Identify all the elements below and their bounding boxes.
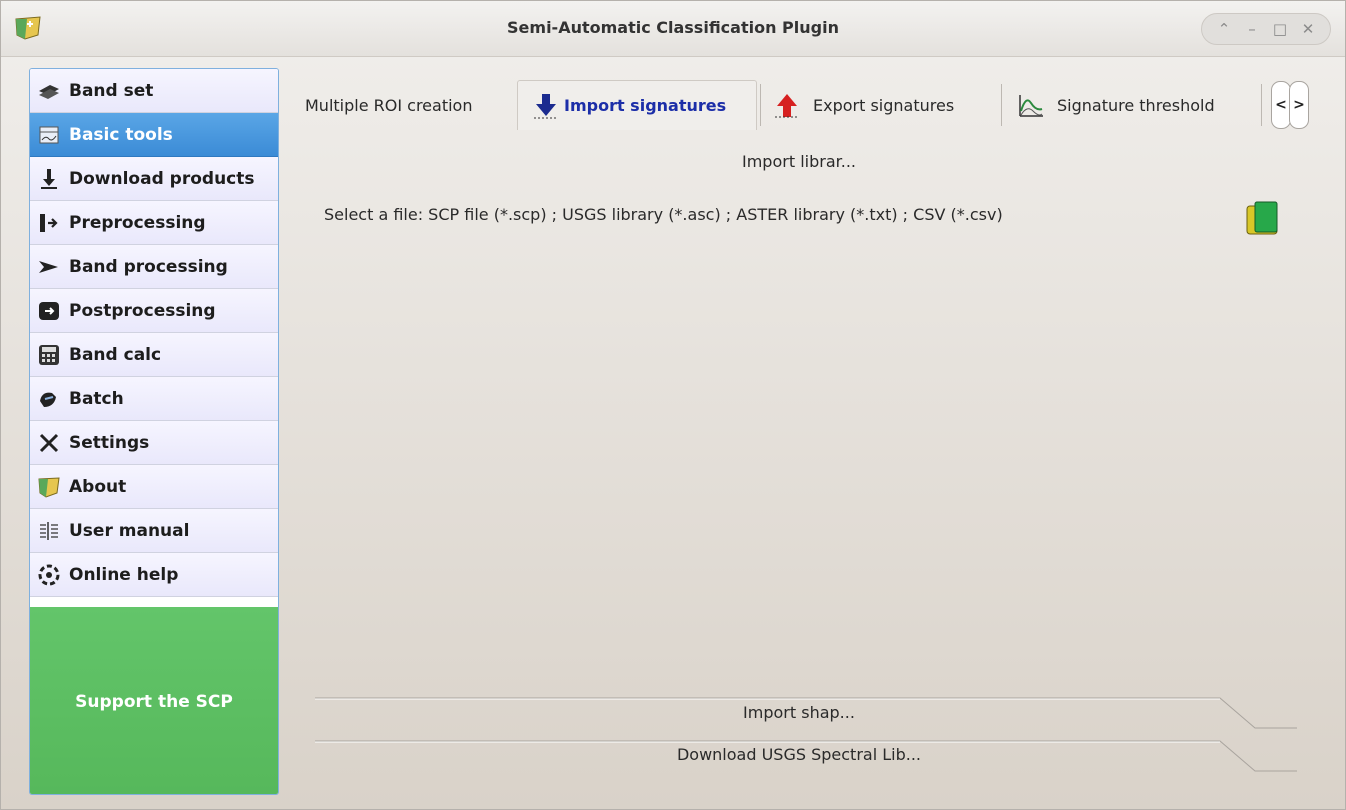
support-scp-button[interactable]: Support the SCP bbox=[30, 607, 278, 794]
about-icon bbox=[38, 476, 60, 498]
postprocessing-icon bbox=[39, 301, 59, 320]
minimize-button[interactable]: – bbox=[1241, 20, 1263, 38]
tab-scroll-buttons: < > bbox=[1268, 81, 1312, 129]
import-shapefile-header[interactable]: Import shap... bbox=[299, 703, 1299, 722]
title-bar: Semi-Automatic Classification Plugin ⌃ –… bbox=[1, 1, 1345, 57]
band-set-icon bbox=[39, 84, 59, 99]
batch-icon bbox=[40, 392, 56, 407]
tab-export-signatures[interactable]: Export signatures bbox=[773, 80, 954, 130]
sidebar-item-label: Basic tools bbox=[69, 124, 173, 145]
main-window: Semi-Automatic Classification Plugin ⌃ –… bbox=[0, 0, 1346, 810]
sidebar-item-label: Band calc bbox=[69, 344, 162, 365]
sidebar-item-settings[interactable]: Settings bbox=[30, 421, 278, 465]
sidebar-item-user-manual[interactable]: User manual bbox=[30, 509, 278, 553]
tab-signature-threshold[interactable]: Signature threshold bbox=[1017, 80, 1215, 130]
sidebar-item-about[interactable]: About bbox=[30, 465, 278, 509]
sidebar-item-label: Settings bbox=[69, 432, 150, 453]
support-label: Support the SCP bbox=[75, 691, 233, 712]
sidebar-item-band-set[interactable]: Band set bbox=[30, 69, 278, 113]
sidebar-item-band-processing[interactable]: Band processing bbox=[30, 245, 278, 289]
file-select-label: Select a file: SCP file (*.scp) ; USGS l… bbox=[324, 205, 1003, 224]
sidebar-item-online-help[interactable]: Online help bbox=[30, 553, 278, 597]
sidebar-item-label: About bbox=[69, 476, 127, 497]
sidebar: Band set Basic tools Download products P… bbox=[29, 68, 279, 795]
tab-scroll-right-button[interactable]: > bbox=[1289, 81, 1309, 129]
sidebar-item-label: Postprocessing bbox=[69, 300, 216, 321]
band-processing-icon bbox=[39, 260, 58, 273]
sidebar-item-band-calc[interactable]: Band calc bbox=[30, 333, 278, 377]
sidebar-item-download-products[interactable]: Download products bbox=[30, 157, 278, 201]
signature-threshold-icon bbox=[1019, 95, 1043, 117]
basic-tools-icon bbox=[39, 126, 59, 143]
window-controls: ⌃ – □ ✕ bbox=[1201, 13, 1331, 45]
sidebar-item-label: User manual bbox=[69, 520, 190, 541]
tab-bar: Multiple ROI creation Import signatures … bbox=[299, 80, 1313, 130]
tab-multiple-roi-creation[interactable]: Multiple ROI creation bbox=[305, 80, 472, 130]
download-usgs-header[interactable]: Download USGS Spectral Lib... bbox=[299, 745, 1299, 764]
close-button[interactable]: ✕ bbox=[1297, 20, 1319, 38]
open-file-button[interactable] bbox=[1243, 200, 1283, 238]
settings-icon bbox=[39, 433, 59, 452]
preprocessing-icon bbox=[40, 213, 58, 232]
tab-label: Multiple ROI creation bbox=[305, 95, 473, 115]
maximize-button[interactable]: □ bbox=[1269, 20, 1291, 38]
tab-label: Signature threshold bbox=[1057, 95, 1215, 115]
sidebar-item-postprocessing[interactable]: Postprocessing bbox=[30, 289, 278, 333]
sidebar-item-label: Online help bbox=[69, 564, 179, 585]
download-icon bbox=[41, 168, 57, 189]
sidebar-item-basic-tools[interactable]: Basic tools bbox=[30, 113, 278, 157]
import-signatures-panel: Import librar... Select a file: SCP file… bbox=[299, 130, 1313, 800]
sidebar-item-label: Download products bbox=[69, 168, 255, 189]
tab-scroll-left-button[interactable]: < bbox=[1271, 81, 1291, 129]
import-arrow-icon bbox=[534, 93, 558, 118]
sidebar-item-preprocessing[interactable]: Preprocessing bbox=[30, 201, 278, 245]
sidebar-item-label: Batch bbox=[69, 388, 124, 409]
import-library-header[interactable]: Import librar... bbox=[299, 152, 1299, 171]
window-title: Semi-Automatic Classification Plugin bbox=[507, 18, 839, 37]
sidebar-item-label: Preprocessing bbox=[69, 212, 206, 233]
calculator-icon bbox=[39, 344, 59, 365]
export-arrow-icon bbox=[775, 94, 799, 118]
tab-label: Export signatures bbox=[813, 95, 955, 115]
manual-icon bbox=[40, 521, 58, 540]
tab-label: Import signatures bbox=[564, 96, 727, 115]
tab-import-signatures[interactable]: Import signatures bbox=[517, 80, 757, 130]
sidebar-item-label: Band set bbox=[69, 80, 154, 101]
sidebar-item-batch[interactable]: Batch bbox=[30, 377, 278, 421]
keep-above-icon[interactable]: ⌃ bbox=[1213, 20, 1235, 38]
sidebar-item-label: Band processing bbox=[69, 256, 228, 277]
help-icon bbox=[38, 564, 60, 585]
